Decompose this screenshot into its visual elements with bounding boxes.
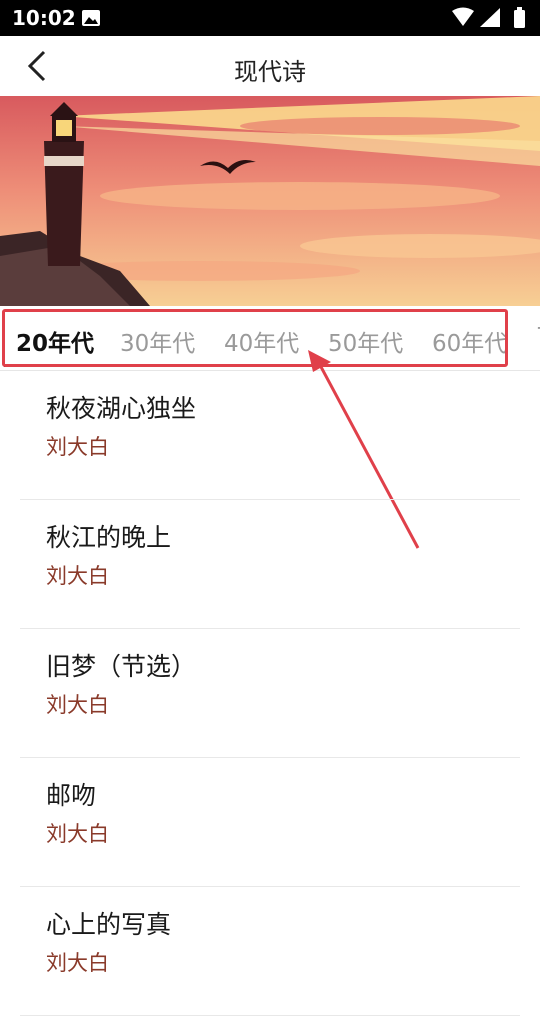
poem-author: 刘大白 <box>46 822 109 846</box>
tab-70s[interactable]: 7 <box>536 324 540 350</box>
poem-author: 刘大白 <box>46 951 109 975</box>
tab-40s[interactable]: 40年代 <box>224 324 299 358</box>
poem-list: 秋夜湖心独坐 刘大白 秋江的晚上 刘大白 旧梦（节选） 刘大白 邮吻 刘大白 心… <box>0 371 540 1016</box>
decade-tabs: 20年代 30年代 40年代 50年代 60年代 7 <box>0 306 540 371</box>
list-item[interactable]: 秋夜湖心独坐 刘大白 <box>20 371 520 500</box>
signal-icon <box>480 8 500 27</box>
tab-60s[interactable]: 60年代 <box>432 324 507 358</box>
poem-title: 秋江的晚上 <box>46 523 172 552</box>
tab-50s[interactable]: 50年代 <box>328 324 403 358</box>
tab-30s[interactable]: 30年代 <box>120 324 195 358</box>
status-time: 10:02 <box>12 6 76 30</box>
banner-image <box>0 96 540 306</box>
poem-author: 刘大白 <box>46 435 109 459</box>
tab-20s[interactable]: 20年代 <box>16 324 94 358</box>
poem-title: 旧梦（节选） <box>46 652 197 681</box>
list-item[interactable]: 心上的写真 刘大白 <box>20 887 520 1016</box>
poem-title: 秋夜湖心独坐 <box>46 394 197 423</box>
page-title: 现代诗 <box>234 58 306 86</box>
status-bar: 10:02 <box>0 0 540 36</box>
tab-indicator <box>4 364 104 367</box>
poem-title: 心上的写真 <box>46 910 172 939</box>
battery-icon <box>514 7 525 28</box>
image-notification-icon <box>82 10 100 26</box>
poem-author: 刘大白 <box>46 693 109 717</box>
poem-title: 邮吻 <box>46 781 97 810</box>
status-icons <box>452 7 525 28</box>
list-item[interactable]: 秋江的晚上 刘大白 <box>20 500 520 629</box>
wifi-icon <box>452 7 474 26</box>
list-item[interactable]: 旧梦（节选） 刘大白 <box>20 629 520 758</box>
app-bar: 现代诗 <box>0 36 540 96</box>
poem-author: 刘大白 <box>46 564 109 588</box>
list-item[interactable]: 邮吻 刘大白 <box>20 758 520 887</box>
